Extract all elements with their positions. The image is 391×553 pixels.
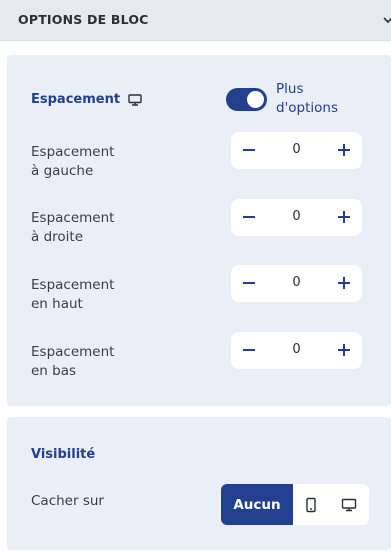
visibility-option-none[interactable]: Aucun [221, 484, 293, 525]
visibility-section-title: Visibilité [31, 447, 96, 462]
more-options-toggle[interactable] [226, 88, 267, 111]
label-line: Espacement [31, 210, 115, 226]
spacing-bottom-stepper: 0 [231, 332, 362, 369]
label-line: Espacement [31, 344, 115, 360]
visibility-section: Visibilité Cacher sur Aucun [7, 417, 391, 550]
mobile-icon[interactable] [303, 497, 319, 513]
label-line: à gauche [31, 163, 94, 179]
monitor-icon [128, 94, 142, 106]
spacing-bottom-value[interactable]: 0 [271, 342, 322, 357]
minus-icon[interactable] [239, 140, 259, 160]
label-line: Espacement [31, 144, 115, 160]
spacing-right-label: Espacement à droite [31, 209, 151, 247]
spacing-left-value[interactable]: 0 [271, 142, 322, 157]
label-line: en bas [31, 363, 77, 379]
spacing-left-label: Espacement à gauche [31, 143, 151, 181]
desktop-icon[interactable] [341, 497, 357, 513]
spacing-top-value[interactable]: 0 [271, 275, 322, 290]
minus-icon[interactable] [239, 340, 259, 360]
block-options-title: OPTIONS DE BLOC [18, 12, 149, 27]
spacing-section-title: Espacement [31, 92, 121, 107]
minus-icon[interactable] [239, 207, 259, 227]
visibility-segmented-control: Aucun [221, 484, 369, 525]
plus-icon[interactable] [334, 340, 354, 360]
more-options-label-line2: d'options [276, 100, 339, 116]
spacing-section: Espacement Plus d'options Espacement à g… [7, 55, 391, 406]
block-options-header[interactable]: OPTIONS DE BLOC [0, 0, 391, 41]
spacing-right-stepper: 0 [231, 199, 362, 236]
chevron-down-icon[interactable] [383, 15, 391, 25]
plus-icon[interactable] [334, 273, 354, 293]
minus-icon[interactable] [239, 273, 259, 293]
label-line: en haut [31, 296, 83, 312]
hide-on-label: Cacher sur [31, 493, 104, 509]
spacing-bottom-label: Espacement en bas [31, 343, 151, 381]
spacing-top-label: Espacement en haut [31, 276, 151, 314]
plus-icon[interactable] [334, 140, 354, 160]
spacing-left-stepper: 0 [231, 132, 362, 169]
spacing-right-value[interactable]: 0 [271, 209, 322, 224]
label-line: à droite [31, 229, 83, 245]
plus-icon[interactable] [334, 207, 354, 227]
more-options-label[interactable]: Plus d'options [276, 80, 366, 118]
toggle-knob [247, 91, 264, 108]
more-options-label-line1: Plus [276, 81, 304, 97]
label-line: Espacement [31, 277, 115, 293]
spacing-top-stepper: 0 [231, 265, 362, 302]
